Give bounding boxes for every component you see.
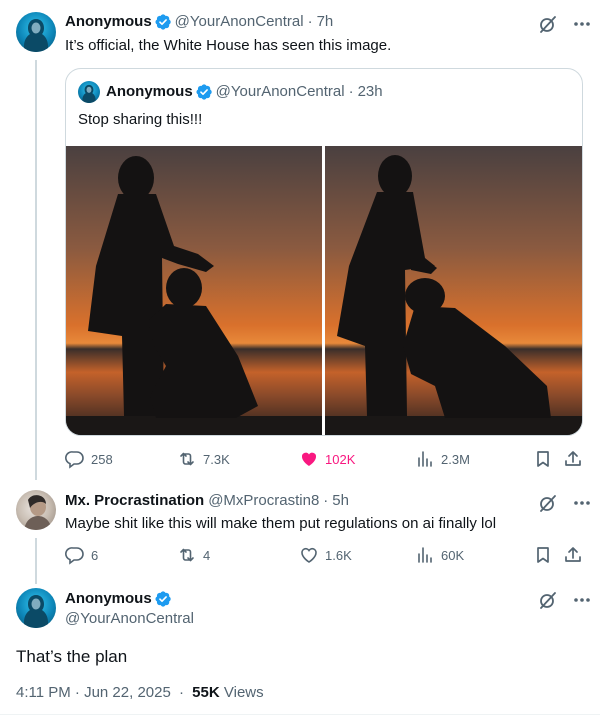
tweet-meta-footer: 4:11 PM · Jun 22, 2025 · 55K Views bbox=[16, 684, 264, 701]
focused-menu bbox=[538, 590, 592, 610]
anon-avatar-icon bbox=[78, 81, 100, 103]
share-icon[interactable] bbox=[563, 449, 583, 469]
reply-actions: 6 4 1.6K 60K bbox=[65, 545, 583, 567]
anon-avatar-icon bbox=[16, 12, 56, 52]
author-name[interactable]: Anonymous bbox=[65, 12, 152, 32]
bookmark-icon[interactable] bbox=[533, 449, 553, 469]
repost-count: 7.3K bbox=[203, 451, 230, 467]
quoted-time[interactable]: 23h bbox=[358, 82, 383, 102]
reply-text: Maybe shit like this will make them put … bbox=[65, 515, 497, 532]
separator-dot: · bbox=[323, 492, 329, 509]
separator-dot: · bbox=[348, 83, 354, 100]
more-icon[interactable] bbox=[572, 590, 592, 610]
more-icon[interactable] bbox=[572, 14, 592, 34]
avatar[interactable] bbox=[16, 12, 56, 52]
grok-icon[interactable] bbox=[538, 14, 558, 34]
quoted-header: Anonymous @YourAnonCentral · 23h bbox=[106, 82, 383, 102]
like-count: 1.6K bbox=[325, 547, 352, 563]
views-count: 60K bbox=[441, 547, 465, 563]
like-button[interactable]: 102K bbox=[299, 449, 355, 469]
views-icon bbox=[415, 545, 435, 565]
verified-badge-icon[interactable] bbox=[154, 590, 172, 608]
reply-author-name[interactable]: Mx. Procrastination bbox=[65, 491, 204, 511]
views-icon bbox=[415, 449, 435, 469]
reply-avatar[interactable] bbox=[16, 490, 56, 530]
views-label: Views bbox=[223, 684, 264, 701]
more-icon[interactable] bbox=[572, 493, 592, 513]
reply-author-handle[interactable]: @MxProcrastin8 bbox=[208, 491, 319, 511]
repost-button[interactable]: 7.3K bbox=[177, 449, 230, 469]
quoted-image-right[interactable] bbox=[325, 146, 582, 435]
focused-header: Anonymous bbox=[65, 589, 175, 609]
reply-header: Mx. Procrastination @MxProcrastin8 · 5h bbox=[65, 491, 349, 511]
tweet-time[interactable]: 7h bbox=[317, 12, 334, 32]
reply-menu bbox=[538, 493, 592, 513]
tweet-text: It’s official, the White House has seen … bbox=[65, 37, 392, 54]
quoted-author-handle[interactable]: @YourAnonCentral bbox=[216, 82, 345, 102]
quoted-text: Stop sharing this!!! bbox=[78, 111, 203, 128]
verified-badge-icon[interactable] bbox=[154, 13, 172, 31]
grok-icon[interactable] bbox=[538, 590, 558, 610]
like-icon bbox=[299, 449, 319, 469]
anon-avatar-icon bbox=[16, 588, 56, 628]
quoted-avatar[interactable] bbox=[78, 81, 100, 103]
grok-icon[interactable] bbox=[538, 493, 558, 513]
timestamp[interactable]: 4:11 PM · Jun 22, 2025 bbox=[16, 684, 171, 701]
focused-author-name[interactable]: Anonymous bbox=[65, 589, 152, 609]
like-count: 102K bbox=[325, 451, 356, 467]
author-handle[interactable]: @YourAnonCentral bbox=[175, 12, 304, 32]
views-button[interactable]: 2.3M bbox=[415, 449, 470, 469]
bookmark-icon[interactable] bbox=[533, 545, 553, 565]
like-button[interactable]: 1.6K bbox=[299, 545, 352, 565]
views-button[interactable]: 60K bbox=[415, 545, 464, 565]
tweet-menu bbox=[538, 14, 592, 34]
reply-button[interactable]: 258 bbox=[65, 449, 113, 469]
reply-count: 6 bbox=[91, 547, 99, 563]
share-icon[interactable] bbox=[563, 545, 583, 565]
reply-count: 258 bbox=[91, 451, 113, 467]
tweet-actions: 258 7.3K 102K 2.3M bbox=[65, 449, 583, 471]
quoted-tweet[interactable]: Anonymous @YourAnonCentral · 23h Stop sh… bbox=[65, 68, 583, 436]
separator-dot: · bbox=[179, 684, 184, 701]
focused-avatar[interactable] bbox=[16, 588, 56, 628]
reply-time[interactable]: 5h bbox=[332, 491, 349, 511]
views-total: 55K bbox=[192, 684, 220, 701]
repost-icon bbox=[177, 449, 197, 469]
like-icon bbox=[299, 545, 319, 565]
focused-author-handle[interactable]: @YourAnonCentral bbox=[65, 609, 194, 629]
views-count: 2.3M bbox=[441, 451, 470, 467]
verified-badge-icon[interactable] bbox=[195, 83, 213, 101]
quoted-image-left[interactable] bbox=[66, 146, 322, 435]
reply-button[interactable]: 6 bbox=[65, 545, 98, 565]
focused-text: That’s the plan bbox=[16, 647, 128, 666]
thread-line-top bbox=[35, 60, 37, 480]
reply-icon bbox=[65, 449, 85, 469]
user-photo-icon bbox=[24, 495, 52, 530]
tweet-header: Anonymous @YourAnonCentral · 7h bbox=[65, 12, 333, 32]
bottom-divider bbox=[0, 714, 600, 715]
repost-count: 4 bbox=[203, 547, 211, 563]
reply-icon bbox=[65, 545, 85, 565]
separator-dot: · bbox=[307, 13, 313, 30]
repost-button[interactable]: 4 bbox=[177, 545, 210, 565]
thread-line-mid bbox=[35, 538, 37, 584]
repost-icon bbox=[177, 545, 197, 565]
quoted-author-name[interactable]: Anonymous bbox=[106, 82, 193, 102]
